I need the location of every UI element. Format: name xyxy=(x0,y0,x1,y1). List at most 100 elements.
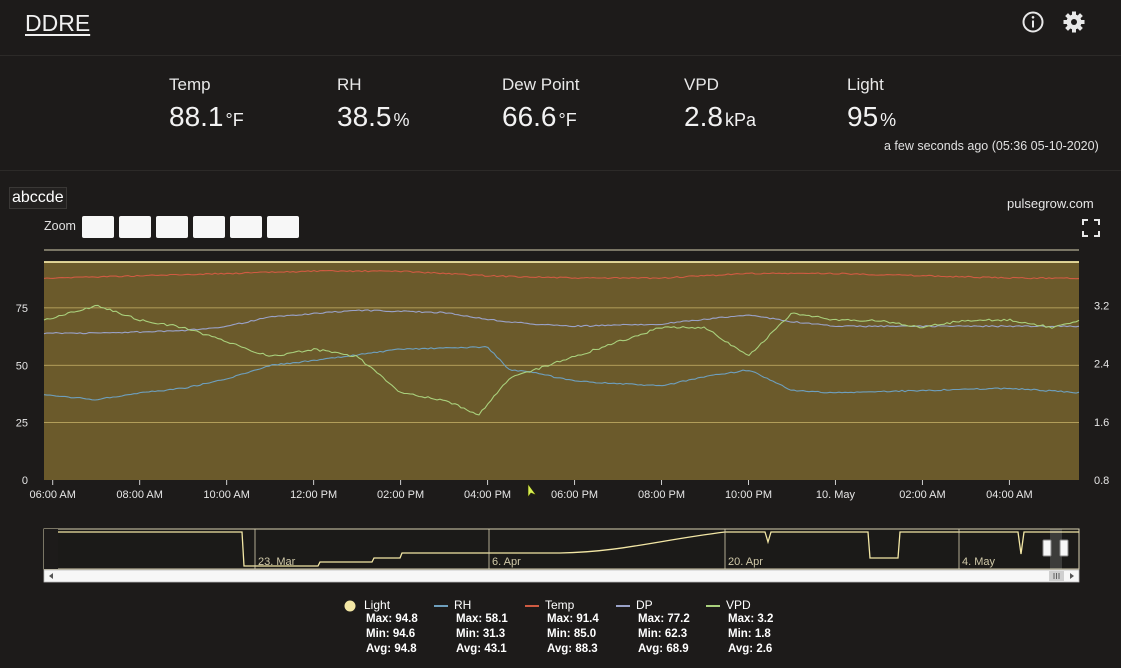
plot-area xyxy=(44,262,1079,480)
stat-value: 2.8 xyxy=(684,101,723,132)
left-tick-label: 25 xyxy=(16,418,28,430)
navigator-label: 4. May xyxy=(962,556,996,568)
zoom-label: Zoom xyxy=(44,219,76,233)
stat-label: Light xyxy=(847,75,884,94)
legend-avg: Avg: 88.3 xyxy=(547,643,598,655)
cursor-icon xyxy=(527,483,537,498)
x-tick-label: 12:00 PM xyxy=(290,489,337,501)
left-tick-label: 0 xyxy=(22,475,28,487)
device-name[interactable]: abccde xyxy=(9,187,67,209)
legend-marker-line xyxy=(434,604,448,607)
info-icon[interactable] xyxy=(1021,10,1045,34)
navigator-label: 6. Apr xyxy=(492,556,521,568)
legend-label: VPD xyxy=(726,598,751,612)
right-tick-label: 0.8 xyxy=(1094,475,1109,487)
zoom-button-1w[interactable]: 1w xyxy=(193,216,225,238)
legend-marker-line xyxy=(525,604,539,607)
x-tick-label: 08:00 PM xyxy=(638,489,685,501)
legend-item-light[interactable]: Light Max: 94.8 Min: 94.6 Avg: 94.8 xyxy=(344,598,418,657)
legend-item-dp[interactable]: DP Max: 77.2 Min: 62.3 Avg: 68.9 xyxy=(616,598,690,657)
x-tick-label: 10:00 PM xyxy=(725,489,772,501)
legend-marker-line xyxy=(616,604,630,607)
stat-value: 88.1 xyxy=(169,101,224,132)
stat-vpd: VPD 2.8 kPa xyxy=(684,75,756,133)
legend-avg: Avg: 68.9 xyxy=(638,643,689,655)
brand-title[interactable]: DDRE xyxy=(25,10,90,37)
stat-unit: kPa xyxy=(724,110,756,130)
stat-light: Light 95% xyxy=(847,75,896,133)
x-tick-label: 08:00 AM xyxy=(116,489,162,501)
right-tick-label: 1.6 xyxy=(1094,417,1109,429)
legend-min: Min: 1.8 xyxy=(728,628,771,640)
navigator[interactable]: 23. Mar 6. Apr 20. Apr 4. May xyxy=(43,528,1080,583)
navigator-label: 20. Apr xyxy=(728,556,763,568)
legend-avg: Avg: 94.8 xyxy=(366,643,417,655)
legend-max: Max: 58.1 xyxy=(456,613,508,625)
legend-max: Max: 77.2 xyxy=(638,613,690,625)
left-tick-label: 75 xyxy=(16,303,28,315)
x-tick-label: 10:00 AM xyxy=(203,489,249,501)
zoom-button-1m[interactable]: 1m xyxy=(230,216,262,238)
legend-item-rh[interactable]: RH Max: 58.1 Min: 31.3 Avg: 43.1 xyxy=(434,598,508,657)
legend-min: Min: 85.0 xyxy=(547,628,597,640)
navigator-frame xyxy=(43,528,1080,570)
stat-value: 66.6 xyxy=(502,101,557,132)
right-axis-ticks: 0.8 1.6 2.4 3.2 xyxy=(1094,301,1109,487)
left-tick-label: 50 xyxy=(16,360,28,372)
app-header: DDRE xyxy=(0,0,1121,56)
scrollbar-track[interactable] xyxy=(43,569,1080,583)
navigator-handle-right[interactable] xyxy=(1059,539,1069,557)
zoom-button-all[interactable]: All xyxy=(267,216,299,238)
legend-item-vpd[interactable]: VPD Max: 3.2 Min: 1.8 Avg: 2.6 xyxy=(706,598,773,657)
x-tick-label: 10. May xyxy=(816,489,856,501)
x-tick-label: 04:00 PM xyxy=(464,489,511,501)
x-tick-label: 06:00 PM xyxy=(551,489,598,501)
stat-dew-point: Dew Point 66.6 °F xyxy=(502,75,579,133)
stat-label: Temp xyxy=(169,75,211,94)
zoom-button-1d[interactable]: 1d xyxy=(156,216,188,238)
legend-max: Max: 94.8 xyxy=(366,613,418,625)
legend-avg: Avg: 43.1 xyxy=(456,643,507,655)
stat-label: Dew Point xyxy=(502,75,580,94)
gear-icon[interactable] xyxy=(1062,10,1086,34)
navigator-handle-left[interactable] xyxy=(1042,539,1052,557)
legend-label: RH xyxy=(454,598,472,612)
legend-avg: Avg: 2.6 xyxy=(728,643,773,655)
right-tick-label: 2.4 xyxy=(1094,359,1109,371)
stat-temp: Temp 88.1 °F xyxy=(169,75,244,133)
left-axis-ticks: 0 25 50 75 xyxy=(16,303,28,487)
stat-unit: °F xyxy=(225,110,244,130)
stat-unit: °F xyxy=(558,110,577,130)
sensor-chart[interactable]: 0 25 50 75 0.8 1.6 2.4 3.2 06:00 AM 08:00 AM 10:… xyxy=(0,240,1121,590)
navigator-mask xyxy=(44,529,58,569)
chart-legend: Light Max: 94.8 Min: 94.6 Avg: 94.8 RH M… xyxy=(340,598,800,664)
stat-label: RH xyxy=(337,75,362,94)
stat-value: 95 xyxy=(847,101,879,132)
x-tick-label: 06:00 AM xyxy=(29,489,75,501)
right-tick-label: 3.2 xyxy=(1094,301,1109,313)
legend-min: Min: 94.6 xyxy=(366,628,416,640)
last-updated: a few seconds ago (05:36 05-10-2020) xyxy=(884,139,1099,153)
stat-unit: % xyxy=(393,110,410,130)
stat-value: 38.5 xyxy=(337,101,392,132)
legend-item-temp[interactable]: Temp Max: 91.4 Min: 85.0 Avg: 88.3 xyxy=(525,598,599,657)
x-tick-label: 02:00 PM xyxy=(377,489,424,501)
legend-label: DP xyxy=(636,598,653,612)
stat-unit: % xyxy=(880,110,897,130)
legend-max: Max: 91.4 xyxy=(547,613,599,625)
legend-marker-circle xyxy=(344,600,356,612)
x-tick-label: 04:00 AM xyxy=(986,489,1032,501)
legend-label: Light xyxy=(364,598,391,612)
stat-rh: RH 38.5% xyxy=(337,75,410,133)
fullscreen-icon[interactable] xyxy=(1082,219,1100,237)
legend-min: Min: 62.3 xyxy=(638,628,688,640)
stat-label: VPD xyxy=(684,75,719,94)
x-tick-label: 02:00 AM xyxy=(899,489,945,501)
zoom-button-6h[interactable]: 6h xyxy=(119,216,151,238)
legend-marker-line xyxy=(706,604,720,607)
legend-label: Temp xyxy=(545,598,575,612)
credit-link[interactable]: pulsegrow.com xyxy=(1007,196,1094,211)
zoom-button-1h[interactable]: 1h xyxy=(82,216,114,238)
navigator-label: 23. Mar xyxy=(258,556,296,568)
current-readings: Temp 88.1 °F RH 38.5% Dew Point 66.6 °F VP… xyxy=(0,57,1121,171)
